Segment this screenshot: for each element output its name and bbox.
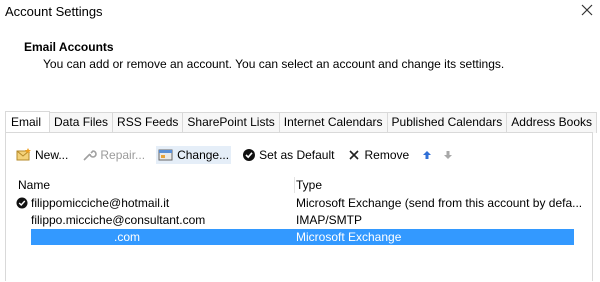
account-name: filippo.micciche@consultant.com: [31, 213, 206, 227]
account-name: filippomicciche@hotmail.it: [31, 196, 170, 210]
move-up-button[interactable]: [420, 146, 437, 164]
remove-button[interactable]: Remove: [345, 146, 411, 164]
set-default-button[interactable]: Set as Default: [240, 146, 336, 164]
remove-button-label: Remove: [364, 148, 410, 162]
account-type: Microsoft Exchange: [296, 230, 402, 244]
section-title: Email Accounts: [24, 40, 114, 54]
tab-data-files[interactable]: Data Files: [49, 112, 114, 133]
section-description: You can add or remove an account. You ca…: [43, 57, 505, 71]
column-divider[interactable]: [294, 177, 295, 193]
window-title: Account Settings: [5, 4, 103, 19]
repair-button-label: Repair...: [100, 148, 146, 162]
list-item[interactable]: filippomicciche@hotmail.it Microsoft Exc…: [14, 195, 582, 211]
set-default-label: Set as Default: [259, 148, 335, 162]
tab-sharepoint-lists[interactable]: SharePoint Lists: [182, 112, 280, 133]
tab-rss-feeds[interactable]: RSS Feeds: [112, 112, 184, 133]
new-button[interactable]: New...: [14, 146, 70, 164]
tab-internet-calendars[interactable]: Internet Calendars: [278, 112, 388, 133]
default-check-icon: [16, 197, 28, 209]
list-item-selected[interactable]: .com Microsoft Exchange: [14, 229, 574, 245]
list-header: Name Type: [14, 177, 574, 193]
check-circle-icon: [243, 149, 256, 161]
new-account-icon: [16, 148, 31, 161]
change-button[interactable]: Change...: [156, 146, 232, 164]
tab-email[interactable]: Email: [5, 111, 51, 133]
account-name: .com: [114, 230, 141, 244]
wrench-icon: [83, 150, 98, 161]
new-button-label: New...: [35, 148, 69, 162]
move-down-button[interactable]: [441, 146, 458, 164]
repair-button[interactable]: Repair...: [79, 146, 147, 164]
tab-bar: Email Data Files RSS Feeds SharePoint Li…: [5, 111, 597, 133]
arrow-down-icon: [444, 151, 453, 159]
column-name-header[interactable]: Name: [18, 177, 50, 193]
change-button-label: Change...: [177, 148, 230, 162]
account-list: Name Type filippomicciche@hotmail.it Mic…: [14, 177, 582, 282]
change-account-icon: [158, 149, 173, 161]
x-icon: [349, 150, 360, 160]
close-icon[interactable]: [579, 2, 595, 18]
account-type: IMAP/SMTP: [296, 213, 363, 227]
email-panel: New... Repair... Change... Set as Defaul…: [5, 132, 593, 281]
tab-published-calendars[interactable]: Published Calendars: [386, 112, 508, 133]
toolbar: New... Repair... Change... Set as Defaul…: [14, 146, 467, 164]
column-type-header[interactable]: Type: [296, 177, 322, 193]
list-item[interactable]: filippo.micciche@consultant.com IMAP/SMT…: [14, 212, 574, 228]
tab-address-books[interactable]: Address Books: [506, 112, 597, 133]
account-type: Microsoft Exchange (send from this accou…: [296, 196, 583, 210]
arrow-up-icon: [423, 151, 432, 159]
